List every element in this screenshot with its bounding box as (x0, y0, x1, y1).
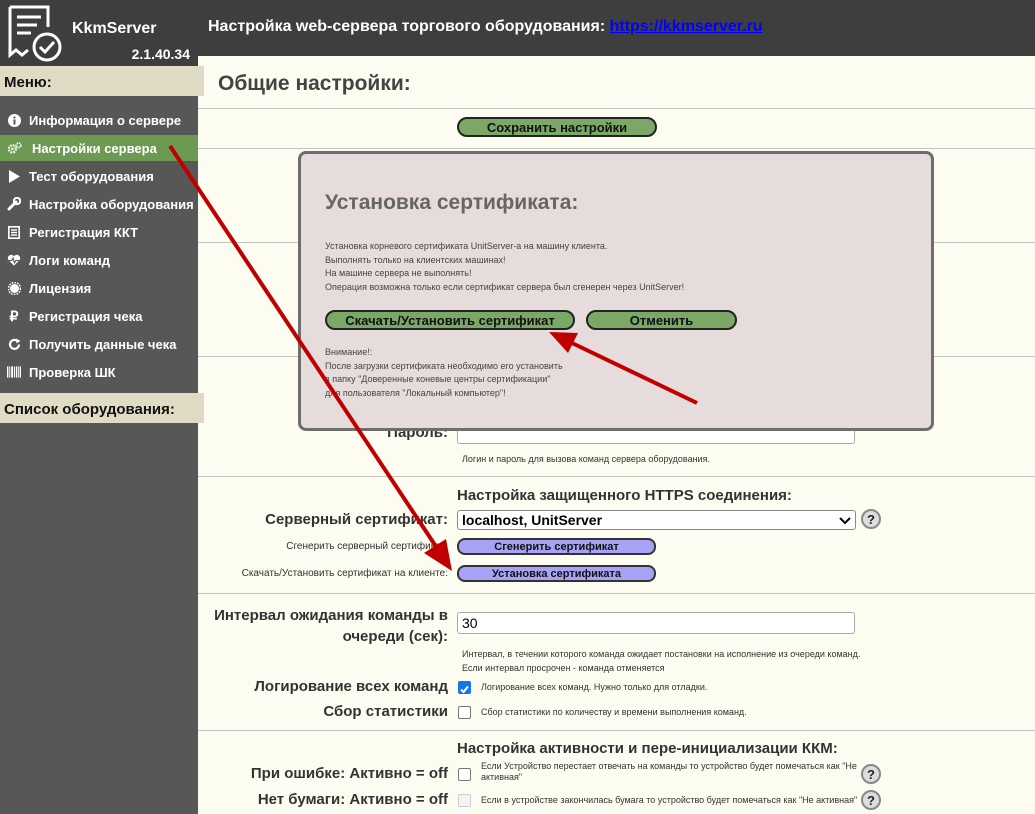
chevron-down-icon (839, 512, 851, 528)
download-install-cert-button[interactable]: Скачать/Установить сертификат (325, 310, 575, 330)
dialog-note-line: в папку "Доверенные коневые центры серти… (325, 374, 551, 384)
on-error-hint: Если Устройство перестает отвечать на ко… (481, 761, 857, 783)
no-paper-label: Нет бумаги: Активно = off (257, 791, 448, 808)
sidebar-item-label: Регистрация чека (29, 308, 143, 324)
install-cert-label: Скачать/Установить сертификат на клиенте… (241, 568, 448, 579)
help-icon[interactable]: ? (861, 509, 881, 529)
https-section-title: Настройка защищенного HTTPS соединения: (457, 487, 792, 504)
dialog-note: Внимание!: После загрузки сертификата не… (325, 346, 563, 400)
menu-title: Меню: (0, 66, 204, 96)
install-cert-dialog: Установка сертификата: Установка корнево… (298, 151, 934, 431)
app-root: KkmServer 2.1.40.34 Настройка web-сервер… (0, 0, 1035, 814)
divider (198, 593, 1035, 594)
sidebar-item-label: Тест оборудования (29, 168, 154, 184)
logging-hint: Логирование всех команд. Нужно только дл… (481, 682, 708, 692)
app-name: KkmServer (72, 20, 157, 37)
header-title: Настройка web-сервера торгового оборудов… (208, 18, 763, 36)
stats-label: Сбор статистики (323, 703, 448, 720)
divider (198, 476, 1035, 477)
refresh-icon (7, 337, 21, 351)
ruble-icon: ₽ (9, 307, 19, 324)
wrench-icon (7, 197, 21, 211)
sidebar-item-check-registration[interactable]: ₽ Регистрация чека (0, 303, 198, 329)
password-hint: Логин и пароль для вызова команд сервера… (462, 454, 710, 464)
info-icon (7, 113, 21, 127)
list-icon (7, 225, 21, 239)
divider (198, 730, 1035, 731)
dialog-description: Установка корневого сертификата UnitServ… (325, 240, 684, 294)
kkm-section-title: Настройка активности и пере-инициализаци… (457, 740, 838, 757)
dialog-note-line: После загрузки сертификата необходимо ег… (325, 360, 563, 371)
cogs-icon (8, 141, 22, 155)
dialog-note-line: Внимание!: (325, 347, 373, 357)
generate-cert-label: Сгенерить серверный сертификат: (286, 541, 448, 552)
dialog-line: Установка корневого сертификата UnitServ… (325, 241, 608, 251)
sidebar-item-label: Проверка ШК (29, 364, 116, 380)
sidebar-item-equipment-setup[interactable]: Настройка оборудования (0, 191, 198, 217)
sidebar-item-label: Информация о сервере (29, 112, 182, 128)
page-title: Общие настройки: (218, 72, 411, 95)
sidebar-item-command-logs[interactable]: Логи команд (0, 247, 198, 273)
no-paper-hint: Если в устройстве закончилась бумага то … (481, 795, 858, 805)
divider (198, 108, 1035, 109)
server-cert-value: localhost, UnitServer (462, 512, 603, 528)
sidebar-item-license[interactable]: Лицензия (0, 275, 198, 301)
dialog-line: Выполнять только на клиентских машинах! (325, 254, 506, 265)
stats-hint: Сбор статистики по количеству и времени … (481, 707, 747, 717)
dialog-note-line: для пользователя "Локальный компьютер"! (325, 387, 506, 398)
divider (198, 148, 1035, 149)
sidebar-item-label: Регистрация ККТ (29, 224, 139, 240)
sidebar-item-label: Логи команд (29, 252, 110, 268)
install-cert-button[interactable]: Установка сертификата (457, 565, 656, 582)
on-error-hint-line1: Если Устройство перестает отвечать на ко… (481, 761, 857, 771)
logging-label: Логирование всех команд (254, 678, 448, 695)
no-paper-checkbox[interactable] (458, 794, 471, 807)
on-error-label: При ошибке: Активно = off (250, 765, 448, 782)
play-icon (7, 169, 21, 183)
header-link[interactable]: https://kkmserver.ru (610, 18, 763, 35)
logo-icon (8, 5, 62, 62)
sidebar-item-label: Настройки сервера (32, 140, 157, 156)
cancel-button[interactable]: Отменить (586, 310, 737, 330)
interval-hint-line1: Интервал, в течении которого команда ожи… (462, 649, 861, 659)
sidebar: Меню: Информация о сервере Настройки сер… (0, 66, 204, 814)
server-cert-label: Серверный сертификат: (265, 511, 448, 528)
sidebar-item-label: Настройка оборудования (29, 196, 194, 212)
help-icon[interactable]: ? (861, 764, 881, 784)
generate-cert-button[interactable]: Сгенерить сертификат (457, 538, 656, 555)
barcode-icon (7, 365, 21, 379)
interval-label: Интервал ожидания команды в очереди (сек… (214, 605, 448, 647)
interval-input[interactable]: 30 (457, 612, 855, 634)
stats-checkbox[interactable] (458, 706, 471, 719)
dialog-line: На машине сервера не выполнять! (325, 268, 472, 278)
top-bar: Настройка web-сервера торгового оборудов… (198, 0, 1035, 56)
on-error-hint-line2: активная" (481, 772, 523, 782)
logo-area: KkmServer 2.1.40.34 (0, 0, 198, 66)
certificate-icon (7, 281, 21, 295)
heartbeat-icon (7, 253, 21, 267)
interval-label-line1: Интервал ожидания команды в (214, 607, 448, 624)
equipment-list-title: Список оборудования: (0, 393, 204, 423)
interval-label-line2: очереди (сек): (342, 628, 448, 645)
sidebar-item-equipment-test[interactable]: Тест оборудования (0, 163, 198, 189)
sidebar-item-kkt-registration[interactable]: Регистрация ККТ (0, 219, 198, 245)
sidebar-item-label: Лицензия (29, 280, 92, 296)
app-version: 2.1.40.34 (131, 46, 190, 62)
sidebar-item-get-check-data[interactable]: Получить данные чека (0, 331, 198, 357)
help-icon[interactable]: ? (861, 790, 881, 810)
save-settings-button[interactable]: Сохранить настройки (457, 117, 657, 137)
header-title-text: Настройка web-сервера торгового оборудов… (208, 18, 610, 35)
server-cert-select[interactable]: localhost, UnitServer (457, 510, 856, 530)
interval-hint: Интервал, в течении которого команда ожи… (462, 647, 860, 675)
on-error-checkbox[interactable] (458, 768, 471, 781)
sidebar-item-label: Получить данные чека (29, 336, 177, 352)
interval-hint-line2: Если интервал просрочен - команда отменя… (462, 663, 665, 673)
sidebar-item-barcode-check[interactable]: Проверка ШК (0, 359, 198, 385)
sidebar-item-server-settings[interactable]: Настройки сервера (0, 135, 198, 161)
sidebar-item-server-info[interactable]: Информация о сервере (0, 107, 198, 133)
dialog-line: Операция возможна только если сертификат… (325, 281, 685, 292)
dialog-title: Установка сертификата: (325, 191, 579, 214)
check-icon (460, 685, 469, 694)
logging-checkbox[interactable] (458, 681, 471, 694)
